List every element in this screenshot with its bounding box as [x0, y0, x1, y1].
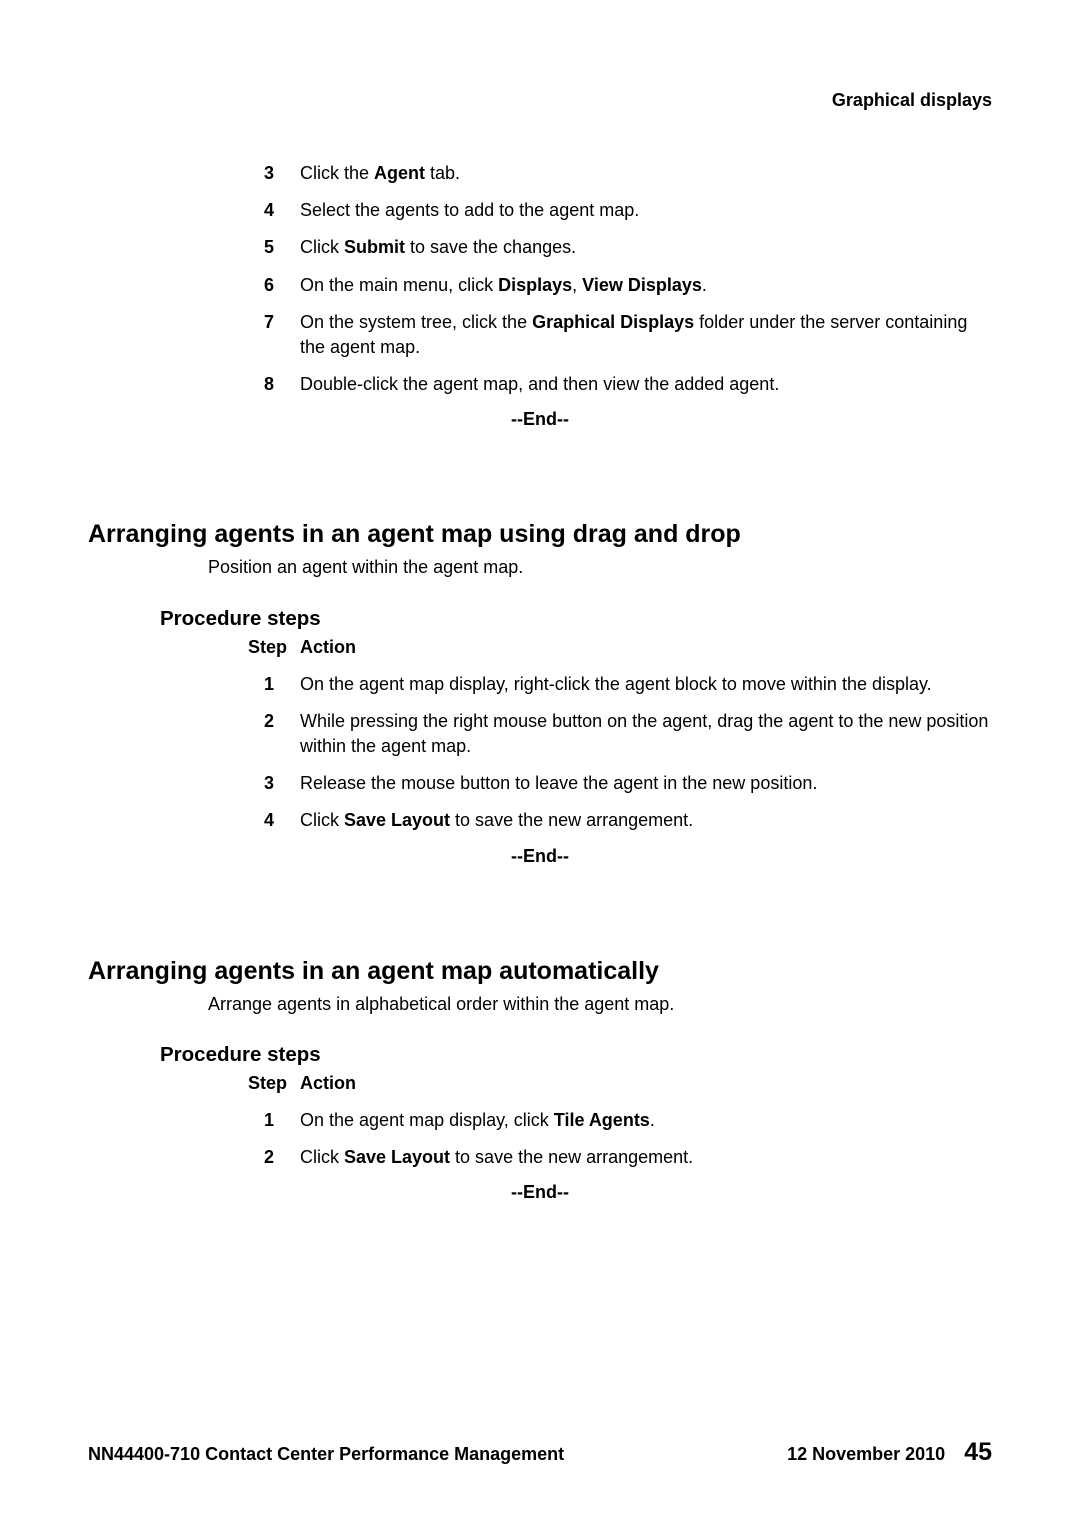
step-text: On the agent map display, right-click th…	[300, 672, 992, 697]
footer-page-number: 45	[964, 1438, 992, 1466]
step-number: 8	[238, 372, 300, 397]
bold-text: Save Layout	[344, 810, 450, 830]
step-number: 5	[238, 235, 300, 260]
step-text: Click the Agent tab.	[300, 161, 992, 186]
step-row: 2Click Save Layout to save the new arran…	[238, 1145, 992, 1170]
step-number: 1	[238, 672, 300, 697]
steps-header-1: Step Action	[238, 635, 992, 660]
step-row: 5Click Submit to save the changes.	[238, 235, 992, 260]
step-number: 2	[238, 709, 300, 759]
bold-text: View Displays	[582, 275, 702, 295]
step-number: 1	[238, 1108, 300, 1133]
footer-doc-id: NN44400-710 Contact Center Performance M…	[88, 1444, 564, 1465]
steps-header-2: Step Action	[238, 1071, 992, 1096]
section-title-2: Arranging agents in an agent map automat…	[88, 957, 992, 986]
end-marker: --End--	[88, 846, 992, 867]
footer-right: 12 November 2010 45	[787, 1438, 992, 1467]
end-marker: --End--	[88, 1182, 992, 1203]
bold-text: Save Layout	[344, 1147, 450, 1167]
step-label: Step	[238, 1071, 300, 1096]
step-number: 4	[238, 808, 300, 833]
bold-text: Agent	[374, 163, 425, 183]
step-text: Click Save Layout to save the new arrang…	[300, 1145, 992, 1170]
action-label: Action	[300, 1071, 992, 1096]
step-text: Release the mouse button to leave the ag…	[300, 771, 992, 796]
step-text: Click Save Layout to save the new arrang…	[300, 808, 992, 833]
bold-text: Submit	[344, 237, 405, 257]
footer-date: 12 November 2010	[787, 1444, 945, 1464]
end-marker: --End--	[88, 409, 992, 430]
section-intro-1: Position an agent within the agent map.	[208, 555, 992, 580]
page-header: Graphical displays	[88, 90, 992, 111]
step-text: On the main menu, click Displays, View D…	[300, 273, 992, 298]
section-intro-2: Arrange agents in alphabetical order wit…	[208, 992, 992, 1017]
step-number: 3	[238, 771, 300, 796]
step-row: 3Release the mouse button to leave the a…	[238, 771, 992, 796]
step-number: 6	[238, 273, 300, 298]
top-steps-list: 3Click the Agent tab.4Select the agents …	[238, 161, 992, 397]
step-text: While pressing the right mouse button on…	[300, 709, 992, 759]
procedure-steps-title-2: Procedure steps	[160, 1043, 992, 1067]
step-text: On the system tree, click the Graphical …	[300, 310, 992, 360]
step-text: Double-click the agent map, and then vie…	[300, 372, 992, 397]
step-label: Step	[238, 635, 300, 660]
page-content: Graphical displays 3Click the Agent tab.…	[0, 0, 1080, 1203]
step-row: 3Click the Agent tab.	[238, 161, 992, 186]
step-row: 6On the main menu, click Displays, View …	[238, 273, 992, 298]
page-footer: NN44400-710 Contact Center Performance M…	[88, 1438, 992, 1467]
procedure-steps-title-1: Procedure steps	[160, 607, 992, 631]
bold-text: Graphical Displays	[532, 312, 694, 332]
step-row: 1On the agent map display, click Tile Ag…	[238, 1108, 992, 1133]
bold-text: Tile Agents	[554, 1110, 650, 1130]
step-row: 4Select the agents to add to the agent m…	[238, 198, 992, 223]
step-row: 8Double-click the agent map, and then vi…	[238, 372, 992, 397]
step-number: 2	[238, 1145, 300, 1170]
step-text: On the agent map display, click Tile Age…	[300, 1108, 992, 1133]
steps-list-2: Step Action 1On the agent map display, c…	[238, 1071, 992, 1171]
step-number: 3	[238, 161, 300, 186]
section-title-1: Arranging agents in an agent map using d…	[88, 520, 992, 549]
bold-text: Displays	[498, 275, 572, 295]
step-number: 4	[238, 198, 300, 223]
steps-list-1: Step Action 1On the agent map display, r…	[238, 635, 992, 834]
step-text: Select the agents to add to the agent ma…	[300, 198, 992, 223]
action-label: Action	[300, 635, 992, 660]
step-row: 2While pressing the right mouse button o…	[238, 709, 992, 759]
step-row: 1On the agent map display, right-click t…	[238, 672, 992, 697]
step-row: 4Click Save Layout to save the new arran…	[238, 808, 992, 833]
step-row: 7On the system tree, click the Graphical…	[238, 310, 992, 360]
step-text: Click Submit to save the changes.	[300, 235, 992, 260]
step-number: 7	[238, 310, 300, 360]
